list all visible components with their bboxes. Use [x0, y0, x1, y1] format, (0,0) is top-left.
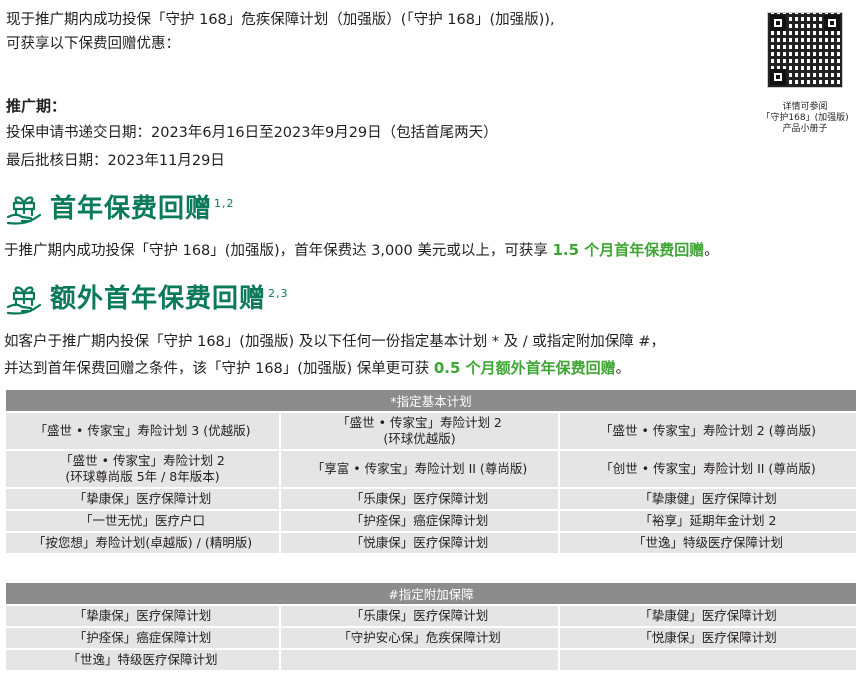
application-period: 投保申请书递交日期：2023年6月16日至2023年9月29日（包括首尾两天） — [6, 125, 498, 141]
table-cell: 「享富 • 传家宝」寿险计划 II (尊尚版) — [281, 451, 558, 487]
table-cell: 「创世 • 传家宝」寿险计划 II (尊尚版) — [560, 451, 856, 487]
table-cell: 「挚康健」医疗保障计划 — [560, 606, 856, 626]
section-2-highlight: 0.5 个月额外首年保费回赠 — [433, 359, 616, 377]
section-first-year-rebate: 首年保费回赠 1,2 — [4, 188, 235, 225]
section-1-highlight: 1.5 个月首年保费回赠 — [552, 241, 705, 259]
table-cell: 「护痊保」癌症保障计划 — [6, 628, 279, 648]
section-2-title: 额外首年保费回赠 2,3 — [50, 284, 289, 314]
section-1-footnote-ref: 1,2 — [214, 197, 235, 211]
table-cell: 「挚康保」医疗保障计划 — [6, 606, 279, 626]
section-2-line-2: 并达到首年保费回赠之条件，该「守护 168」(加强版) 保单更可获 0.5 个月… — [4, 359, 631, 377]
intro: 现于推广期内成功投保「守护 168」危疾保障计划（加强版）(「守护 168」(加… — [6, 8, 555, 56]
table-cell: 「按您想」寿险计划(卓越版) / (精明版) — [6, 533, 279, 553]
table-cell: 「裕享」延期年金计划 2 — [560, 511, 856, 531]
table-row: 「世逸」特级医疗保障计划 — [6, 650, 856, 670]
intro-line-2: 可获享以下保费回赠优惠： — [6, 36, 180, 52]
table-cell: 「世逸」特级医疗保障计划 — [6, 650, 279, 670]
table-cell: 「挚康保」医疗保障计划 — [6, 489, 279, 509]
qr-caption: 详情可参阅 「守护168」(加强版) 产品小册子 — [755, 102, 855, 135]
riders-header: #指定附加保障 — [6, 583, 856, 604]
gift-icon — [6, 196, 42, 225]
table-cell: 「乐康保」医疗保障计划 — [281, 489, 558, 509]
table-cell: 「悦康保」医疗保障计划 — [281, 533, 558, 553]
table-row: 「挚康保」医疗保障计划 「乐康保」医疗保障计划 「挚康健」医疗保障计划 — [6, 489, 856, 509]
table-cell: 「盛世 • 传家宝」寿险计划 3 (优越版) — [6, 413, 279, 449]
table-cell: 「世逸」特级医疗保障计划 — [560, 533, 856, 553]
table-row: 「盛世 • 传家宝」寿险计划 2 (环球尊尚版 5年 / 8年版本) 「享富 • 传… — [6, 451, 856, 487]
qr-caption-line-1: 详情可参阅 — [782, 102, 828, 112]
intro-line-1: 现于推广期内成功投保「守护 168」危疾保障计划（加强版）(「守护 168」(加… — [6, 12, 555, 28]
table-row: 「按您想」寿险计划(卓越版) / (精明版) 「悦康保」医疗保障计划 「世逸」特级医… — [6, 533, 856, 553]
table-cell: 「挚康健」医疗保障计划 — [560, 489, 856, 509]
table-row: 「盛世 • 传家宝」寿险计划 3 (优越版) 「盛世 • 传家宝」寿险计划 2 (环… — [6, 413, 856, 449]
section-1-text: 于推广期内成功投保「守护 168」(加强版)，首年保费达 3,000 美元或以上… — [4, 241, 719, 259]
table-row: 「护痊保」癌症保障计划 「守护安心保」危疾保障计划 「悦康保」医疗保障计划 — [6, 628, 856, 648]
qr-caption-line-2: 「守护168」(加强版) — [761, 113, 849, 123]
table-cell: 「盛世 • 传家宝」寿险计划 2 (环球尊尚版 5年 / 8年版本) — [6, 451, 279, 487]
table-row: 「一世无忧」医疗户口 「护痊保」癌症保障计划 「裕享」延期年金计划 2 — [6, 511, 856, 531]
qr-block: 详情可参阅 「守护168」(加强版) 产品小册子 — [755, 12, 855, 135]
table-cell — [560, 650, 856, 670]
section-2-footnote-ref: 2,3 — [268, 287, 289, 301]
qr-code[interactable] — [767, 12, 843, 88]
table-cell: 「守护安心保」危疾保障计划 — [281, 628, 558, 648]
table-cell: 「乐康保」医疗保障计划 — [281, 606, 558, 626]
basic-plans-table: *指定基本计划 「盛世 • 传家宝」寿险计划 3 (优越版) 「盛世 • 传家宝」… — [4, 388, 856, 555]
table-cell: 「盛世 • 传家宝」寿险计划 2 (尊尚版) — [560, 413, 856, 449]
section-extra-rebate: 额外首年保费回赠 2,3 — [4, 278, 289, 315]
gift-icon — [6, 286, 42, 315]
promo-period-title: 推广期： — [6, 97, 67, 115]
qr-caption-line-3: 产品小册子 — [782, 124, 828, 134]
section-2-line-1: 如客户于推广期内投保「守护 168」(加强版) 及以下任何一份指定基本计划 * … — [4, 334, 666, 350]
table-row: 「挚康保」医疗保障计划 「乐康保」医疗保障计划 「挚康健」医疗保障计划 — [6, 606, 856, 626]
table-cell: 「护痊保」癌症保障计划 — [281, 511, 558, 531]
table-cell — [281, 650, 558, 670]
riders-table: #指定附加保障 「挚康保」医疗保障计划 「乐康保」医疗保障计划 「挚康健」医疗保障计… — [4, 581, 856, 672]
section-1-title: 首年保费回赠 1,2 — [50, 194, 235, 224]
table-cell: 「一世无忧」医疗户口 — [6, 511, 279, 531]
table-cell: 「悦康保」医疗保障计划 — [560, 628, 856, 648]
approval-deadline: 最后批核日期：2023年11月29日 — [6, 153, 225, 169]
basic-plans-header: *指定基本计划 — [6, 390, 856, 411]
table-cell: 「盛世 • 传家宝」寿险计划 2 (环球优越版) — [281, 413, 558, 449]
